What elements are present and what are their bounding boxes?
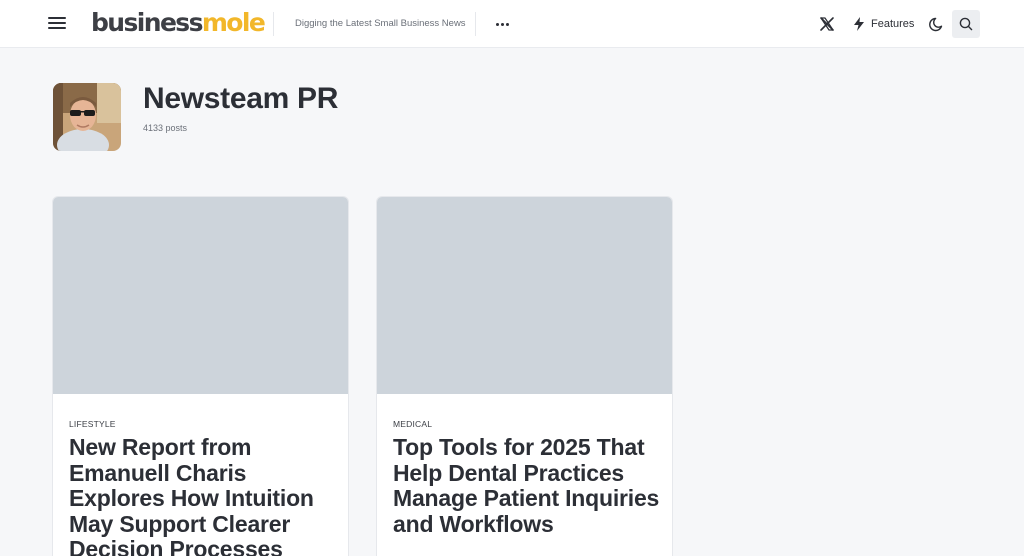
article-thumbnail[interactable]: [377, 197, 672, 394]
moon-icon[interactable]: [928, 15, 946, 33]
logo-part-business: business: [91, 8, 203, 37]
features-label: Features: [871, 18, 915, 30]
search-icon: [959, 17, 973, 31]
author-name: Newsteam PR: [143, 82, 339, 115]
site-logo[interactable]: businessmole: [91, 7, 266, 39]
author-avatar: [53, 83, 121, 151]
article-title[interactable]: New Report from Emanuell Charis Explores…: [69, 434, 337, 556]
lightning-bolt-icon: [854, 17, 864, 31]
article-title[interactable]: Top Tools for 2025 That Help Dental Prac…: [393, 434, 661, 537]
article-thumbnail[interactable]: [53, 197, 348, 394]
search-button[interactable]: [952, 10, 980, 38]
features-link[interactable]: Features: [853, 15, 914, 33]
logo-part-mole: mole: [201, 8, 266, 37]
site-tagline: Digging the Latest Small Business News: [295, 18, 466, 29]
article-card[interactable]: MEDICAL Top Tools for 2025 That Help Den…: [376, 196, 673, 556]
header-divider: [475, 12, 476, 36]
article-category[interactable]: LIFESTYLE: [69, 418, 116, 430]
more-dots-icon[interactable]: [494, 17, 510, 31]
author-post-count: 4133 posts: [143, 123, 188, 133]
site-header: businessmole Digging the Latest Small Bu…: [0, 0, 1024, 48]
header-divider: [273, 12, 274, 36]
article-card[interactable]: LIFESTYLE New Report from Emanuell Chari…: [52, 196, 349, 556]
hamburger-menu-icon[interactable]: [48, 16, 66, 30]
article-category[interactable]: MEDICAL: [393, 418, 432, 430]
x-icon[interactable]: [818, 15, 836, 33]
